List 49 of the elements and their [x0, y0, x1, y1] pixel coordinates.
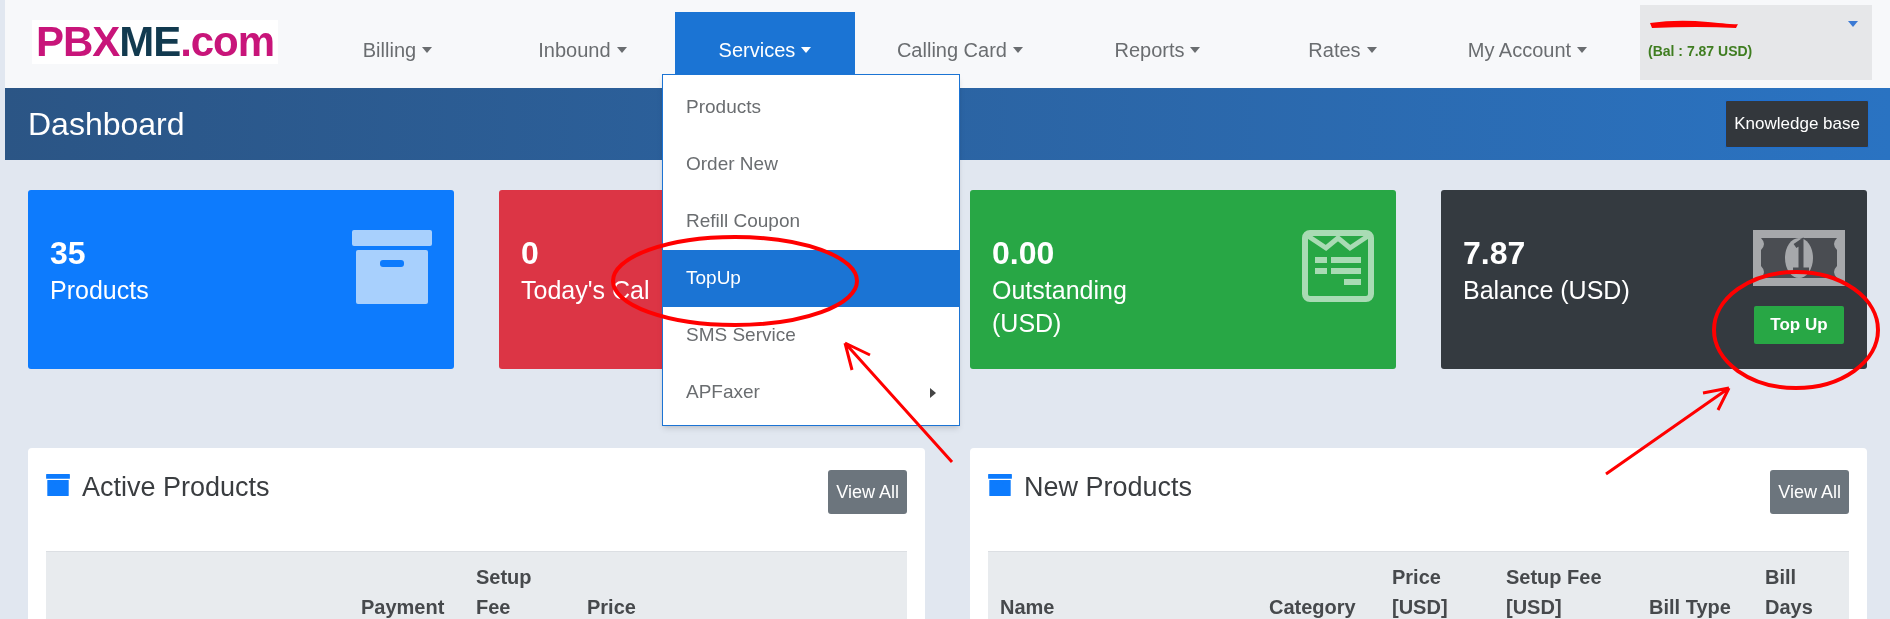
column-header: Price [USD] [1392, 565, 1449, 619]
column-header: Setup Fee [USD] [1506, 565, 1603, 619]
view-all-button[interactable]: View All [1770, 470, 1849, 514]
column-header: Bill Type [1649, 595, 1732, 619]
stat-label: Outstanding (USD) [992, 275, 1128, 339]
stat-value: 7.87 [1463, 234, 1527, 272]
caret-icon [422, 47, 433, 53]
column-header: Price [587, 595, 637, 619]
top-up-button[interactable]: Top Up [1754, 306, 1844, 344]
caret-icon [616, 47, 627, 53]
nav-menu-item[interactable]: Rates [1249, 12, 1435, 88]
dropdown-item[interactable]: APFaxer [663, 364, 959, 421]
panel-title: New Products [1024, 471, 1193, 504]
dropdown-item[interactable]: Order New [663, 136, 959, 193]
caret-icon [1577, 47, 1588, 53]
archive-icon [46, 474, 70, 496]
invoice-icon [1302, 230, 1374, 302]
caret-icon [1013, 47, 1023, 53]
column-header: Category [1269, 595, 1357, 619]
column-header: Bill Days [1765, 565, 1814, 619]
stat-label: Products [50, 275, 150, 306]
box-icon [352, 230, 432, 304]
knowledge-base-button[interactable]: Knowledge base [1725, 100, 1869, 148]
panel-title: Active Products [82, 471, 270, 504]
stat-value: 35 [50, 234, 87, 272]
nav-menu-item[interactable]: My Account [1434, 12, 1620, 88]
archive-icon [988, 474, 1012, 496]
page-title: Dashboard [28, 105, 185, 144]
column-header: Setup Fee [476, 565, 533, 619]
stat-value: 0 [521, 234, 540, 272]
submenu-arrow-icon [930, 387, 936, 398]
caret-icon [801, 47, 812, 53]
dropdown-item[interactable]: Refill Coupon [663, 193, 959, 250]
caret-icon [1366, 47, 1377, 53]
dropdown-item[interactable]: SMS Service [663, 307, 959, 364]
balance-text: (Bal : 7.87 USD) [1648, 42, 1754, 61]
caret-icon [1848, 21, 1858, 27]
nav-menu-item[interactable]: Billing [304, 12, 490, 88]
column-header: Payment [361, 595, 446, 619]
banknote-icon [1753, 230, 1845, 286]
nav-menu-item[interactable]: Reports [1064, 12, 1250, 88]
stat-value: 0.00 [992, 234, 1056, 272]
dropdown-item[interactable]: TopUp [663, 250, 959, 307]
account-menu[interactable]: (Bal : 7.87 USD) [1640, 5, 1872, 80]
logo[interactable]: PBXME.com [32, 20, 278, 64]
column-header: Name [1000, 595, 1056, 619]
caret-icon [1190, 47, 1201, 53]
view-all-button[interactable]: View All [828, 470, 907, 514]
stat-label: Balance (USD) [1463, 275, 1631, 306]
